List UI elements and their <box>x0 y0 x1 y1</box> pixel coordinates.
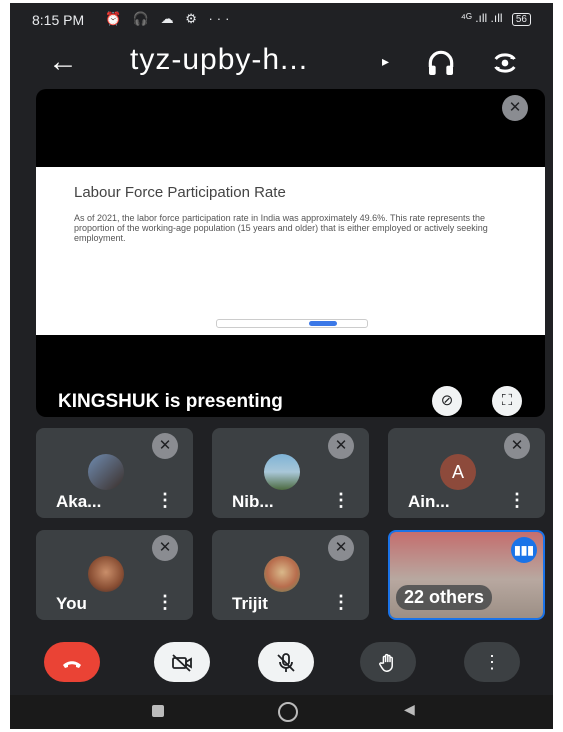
call-controls: ⋮ <box>10 637 553 695</box>
muted-mic-icon: ✕ <box>504 433 530 459</box>
avatar <box>264 556 300 592</box>
slide-toolbar-button <box>309 321 337 326</box>
more-options-icon[interactable]: ⋮ <box>156 490 174 511</box>
status-bar: 8:15 PM ⏰ 🎧 ☁ ⚙ ··· ⁴ᴳ .ıll .ıll 56 <box>10 3 553 37</box>
participant-name: Ain... <box>408 492 450 511</box>
participant-tile[interactable]: ✕ Aka... ⋮ <box>36 428 193 518</box>
participant-name: You <box>56 594 87 613</box>
more-options-icon[interactable]: ⋮ <box>508 490 526 511</box>
participant-name: Trijit <box>232 594 268 613</box>
fullscreen-icon[interactable]: ⛶ <box>492 386 522 416</box>
status-time: 8:15 PM <box>32 12 85 28</box>
participant-tile[interactable]: ▮▮▮ 22 others <box>388 530 545 620</box>
presenter-label: KINGSHUK is presenting <box>58 391 283 412</box>
meeting-code[interactable]: tyz-upby-h... <box>130 43 308 77</box>
others-count: 22 others <box>396 585 493 610</box>
participant-name: Aka... <box>56 492 102 511</box>
mic-off-icon <box>277 653 295 673</box>
unpin-icon[interactable]: ⊘ <box>432 386 462 416</box>
avatar <box>88 556 124 592</box>
more-options-icon[interactable]: ⋮ <box>156 592 174 613</box>
headphones-icon[interactable] <box>425 47 457 79</box>
participant-tile[interactable]: ✕ Trijit ⋮ <box>212 530 369 620</box>
nav-back-icon[interactable]: ◀ <box>404 701 415 718</box>
mic-toggle-button[interactable] <box>258 642 314 682</box>
avatar <box>264 454 300 490</box>
signal-icon: ⁴ᴳ .ıll .ıll <box>460 11 503 25</box>
avatar: A <box>440 454 476 490</box>
speaking-indicator-icon: ▮▮▮ <box>511 537 537 563</box>
camera-off-icon <box>172 654 192 672</box>
system-nav-bar: ◀ <box>10 695 553 729</box>
camera-toggle-button[interactable] <box>154 642 210 682</box>
presentation-tile[interactable]: ✕ Labour Force Participation Rate As of … <box>36 89 545 417</box>
home-icon[interactable] <box>278 702 298 722</box>
end-call-icon <box>63 661 81 669</box>
more-options-icon[interactable]: ⋮ <box>332 490 350 511</box>
participant-tile[interactable]: ✕ Nib... ⋮ <box>212 428 369 518</box>
muted-mic-icon: ✕ <box>502 95 528 121</box>
caret-right-icon[interactable]: ▸ <box>382 53 389 70</box>
recents-icon[interactable] <box>152 705 164 717</box>
slide-body: As of 2021, the labor force participatio… <box>74 213 488 243</box>
slide-toolbar <box>216 319 368 328</box>
top-bar: ← tyz-upby-h... ▸ <box>10 41 553 89</box>
muted-mic-icon: ✕ <box>152 535 178 561</box>
raise-hand-button[interactable] <box>360 642 416 682</box>
muted-mic-icon: ✕ <box>328 433 354 459</box>
back-arrow-icon[interactable]: ← <box>48 45 78 79</box>
avatar <box>88 454 124 490</box>
participant-tile[interactable]: ✕ You ⋮ <box>36 530 193 620</box>
participant-name: Nib... <box>232 492 274 511</box>
meet-screen: 8:15 PM ⏰ 🎧 ☁ ⚙ ··· ⁴ᴳ .ıll .ıll 56 ← ty… <box>10 3 553 729</box>
raise-hand-icon <box>379 654 393 673</box>
muted-mic-icon: ✕ <box>152 433 178 459</box>
signal-indicators: ⁴ᴳ .ıll .ıll 56 <box>461 11 531 26</box>
battery-icon: 56 <box>511 13 531 26</box>
shared-slide: Labour Force Participation Rate As of 20… <box>36 167 545 335</box>
end-call-button[interactable] <box>44 642 100 682</box>
muted-mic-icon: ✕ <box>328 535 354 561</box>
slide-title: Labour Force Participation Rate <box>74 184 286 201</box>
participant-tile[interactable]: ✕ A Ain... ⋮ <box>388 428 545 518</box>
notification-icons: ⏰ 🎧 ☁ ⚙ ··· <box>105 11 234 26</box>
more-options-icon[interactable]: ⋮ <box>332 592 350 613</box>
switch-camera-icon[interactable] <box>488 47 522 79</box>
more-options-button[interactable]: ⋮ <box>464 642 520 682</box>
